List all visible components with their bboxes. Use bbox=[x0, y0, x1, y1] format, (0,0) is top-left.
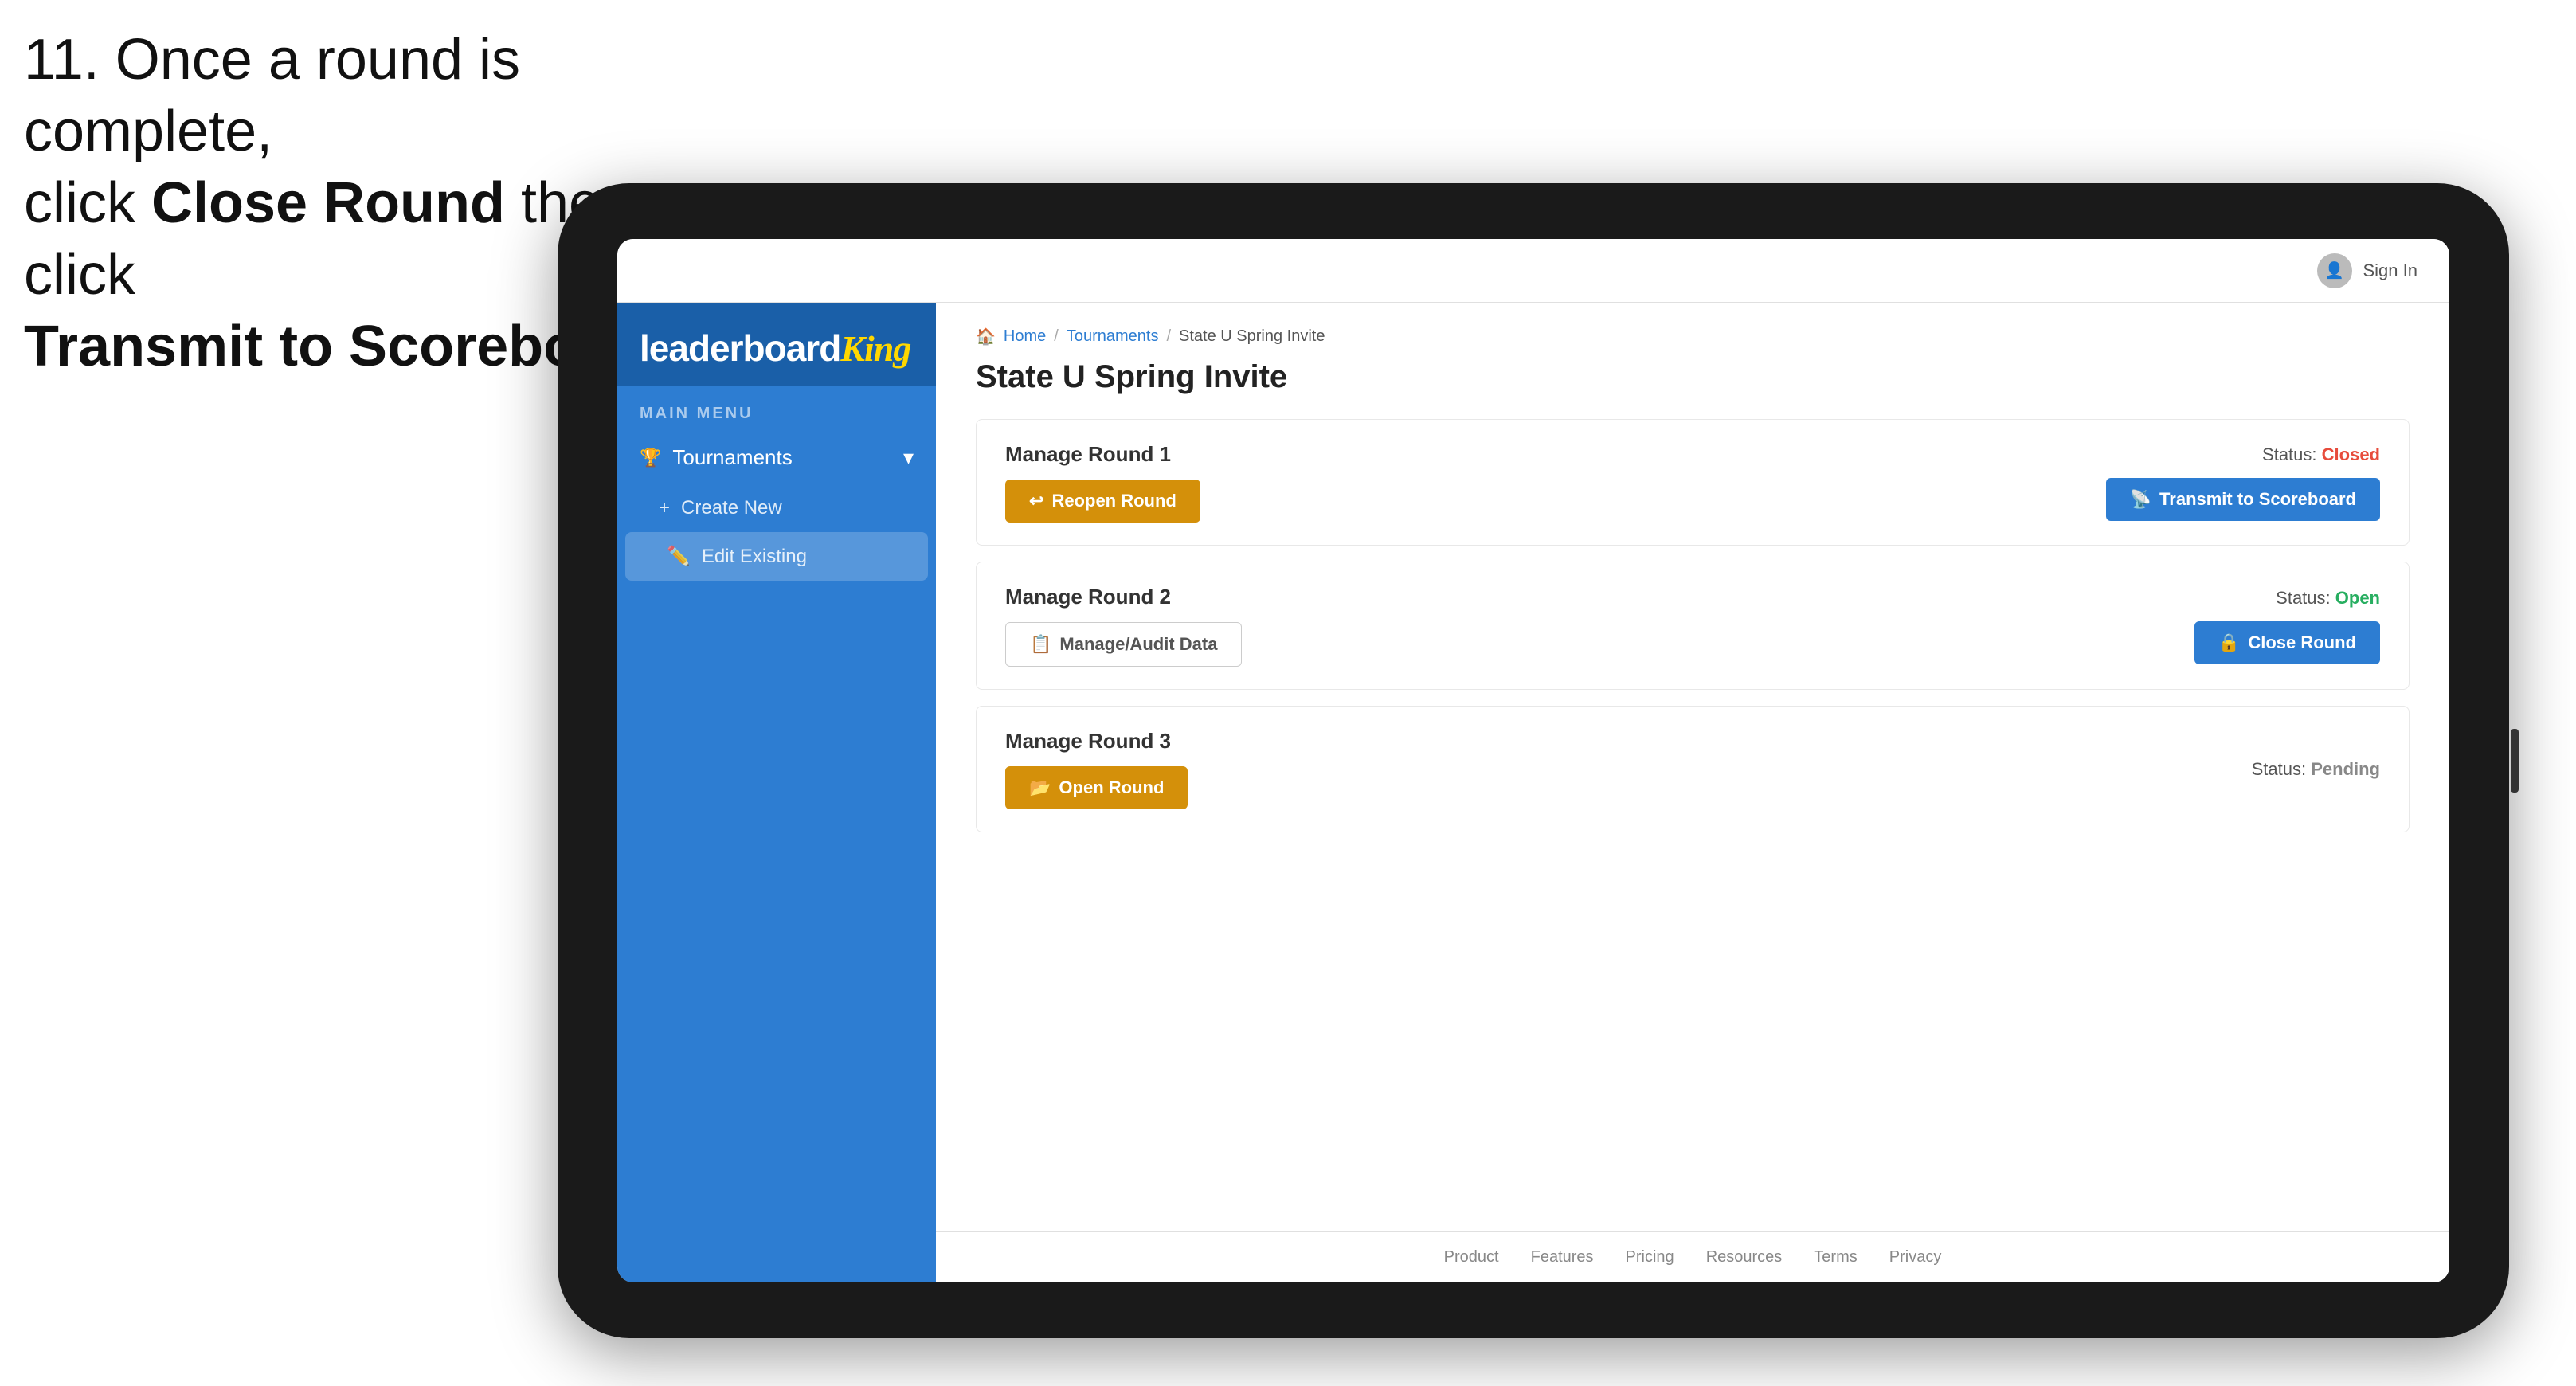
footer-terms[interactable]: Terms bbox=[1814, 1248, 1857, 1267]
reopen-round-button[interactable]: ↩ Reopen Round bbox=[1005, 480, 1200, 523]
instruction-bold1: Close Round bbox=[151, 171, 505, 235]
instruction-line2: click bbox=[24, 171, 151, 235]
breadcrumb-tournaments[interactable]: Tournaments bbox=[1067, 327, 1159, 346]
close-label: Close Round bbox=[2248, 632, 2356, 653]
open-icon: 📂 bbox=[1029, 777, 1051, 798]
open-round-button[interactable]: 📂 Open Round bbox=[1005, 766, 1188, 809]
round-1-section: Manage Round 1 ↩ Reopen Round Status: Cl… bbox=[976, 419, 2410, 546]
audit-label: Manage/Audit Data bbox=[1059, 634, 1217, 655]
round-1-right: Status: Closed 📡 Transmit to Scoreboard bbox=[2106, 444, 2380, 521]
breadcrumb-sep1: / bbox=[1054, 327, 1059, 346]
manage-audit-data-button[interactable]: 📋 Manage/Audit Data bbox=[1005, 622, 1242, 667]
page-title: State U Spring Invite bbox=[976, 359, 2410, 395]
tablet-side-button bbox=[2511, 729, 2519, 793]
round-3-status: Status: Pending bbox=[2252, 759, 2380, 780]
footer-product[interactable]: Product bbox=[1444, 1248, 1499, 1267]
close-round-button[interactable]: 🔒 Close Round bbox=[2194, 621, 2380, 664]
create-new-icon: + bbox=[659, 497, 670, 519]
transmit-label: Transmit to Scoreboard bbox=[2159, 489, 2356, 510]
round-2-left: Manage Round 2 📋 Manage/Audit Data bbox=[1005, 585, 1242, 667]
sidebar-menu-label: MAIN MENU bbox=[617, 386, 936, 431]
logo-leaderboard: leaderboard bbox=[640, 327, 840, 369]
footer-privacy[interactable]: Privacy bbox=[1889, 1248, 1942, 1267]
round-1-status: Status: Closed bbox=[2262, 444, 2380, 465]
tournaments-label: Tournaments bbox=[672, 445, 792, 470]
sidebar-sub-item-create-new[interactable]: + Create New bbox=[617, 484, 936, 532]
tournaments-icon: 🏆 bbox=[640, 448, 661, 468]
sign-in-label[interactable]: Sign In bbox=[2363, 260, 2418, 281]
round-1-left: Manage Round 1 ↩ Reopen Round bbox=[1005, 442, 1200, 523]
breadcrumb-home[interactable]: Home bbox=[1004, 327, 1046, 346]
round-2-status: Status: Open bbox=[2276, 588, 2380, 609]
transmit-icon: 📡 bbox=[2130, 489, 2151, 510]
round-3-left: Manage Round 3 📂 Open Round bbox=[1005, 729, 1188, 809]
close-icon: 🔒 bbox=[2218, 632, 2240, 653]
user-avatar: 👤 bbox=[2317, 253, 2352, 288]
app-container: leaderboardKing MAIN MENU 🏆 Tournaments … bbox=[617, 303, 2449, 1282]
round-2-status-value: Open bbox=[2335, 588, 2380, 608]
round-1-status-value: Closed bbox=[2322, 444, 2380, 464]
transmit-to-scoreboard-button[interactable]: 📡 Transmit to Scoreboard bbox=[2106, 478, 2380, 521]
tablet-screen: 👤 Sign In leaderboardKing MAIN MENU 🏆 bbox=[617, 239, 2449, 1282]
logo-king: King bbox=[840, 328, 910, 369]
chevron-icon: ▾ bbox=[903, 445, 914, 470]
round-2-title: Manage Round 2 bbox=[1005, 585, 1242, 609]
top-bar: 👤 Sign In bbox=[617, 239, 2449, 303]
audit-icon: 📋 bbox=[1030, 634, 1051, 655]
content-area: 🏠 Home / Tournaments / State U Spring In… bbox=[936, 303, 2449, 1231]
footer-features[interactable]: Features bbox=[1531, 1248, 1594, 1267]
reopen-icon: ↩ bbox=[1029, 491, 1043, 511]
main-content: 🏠 Home / Tournaments / State U Spring In… bbox=[936, 303, 2449, 1282]
breadcrumb-current: State U Spring Invite bbox=[1179, 327, 1325, 346]
instruction-line1: 11. Once a round is complete, bbox=[24, 28, 520, 163]
home-icon: 🏠 bbox=[976, 327, 996, 346]
round-3-right: Status: Pending bbox=[2252, 759, 2380, 780]
round-2-right: Status: Open 🔒 Close Round bbox=[2194, 588, 2380, 664]
sign-in-area[interactable]: 👤 Sign In bbox=[2317, 253, 2418, 288]
footer-resources[interactable]: Resources bbox=[1706, 1248, 1783, 1267]
sidebar-nav-item-tournaments[interactable]: 🏆 Tournaments ▾ bbox=[617, 431, 936, 484]
edit-existing-label: Edit Existing bbox=[702, 546, 807, 568]
breadcrumb: 🏠 Home / Tournaments / State U Spring In… bbox=[976, 327, 2410, 346]
round-2-section: Manage Round 2 📋 Manage/Audit Data Statu… bbox=[976, 562, 2410, 690]
edit-existing-icon: ✏️ bbox=[667, 545, 691, 568]
round-3-title: Manage Round 3 bbox=[1005, 729, 1188, 754]
logo-text: leaderboardKing bbox=[640, 327, 914, 370]
round-3-status-value: Pending bbox=[2311, 759, 2380, 779]
tablet-frame: 👤 Sign In leaderboardKing MAIN MENU 🏆 bbox=[558, 183, 2509, 1338]
nav-left: 🏆 Tournaments bbox=[640, 445, 793, 470]
footer: Product Features Pricing Resources Terms… bbox=[936, 1231, 2449, 1282]
sidebar-sub-item-edit-existing[interactable]: ✏️ Edit Existing bbox=[625, 532, 928, 581]
breadcrumb-sep2: / bbox=[1166, 327, 1171, 346]
sidebar-logo: leaderboardKing bbox=[617, 303, 936, 386]
sidebar: leaderboardKing MAIN MENU 🏆 Tournaments … bbox=[617, 303, 936, 1282]
reopen-label: Reopen Round bbox=[1051, 491, 1176, 511]
footer-pricing[interactable]: Pricing bbox=[1626, 1248, 1674, 1267]
round-1-title: Manage Round 1 bbox=[1005, 442, 1200, 467]
open-label: Open Round bbox=[1059, 777, 1164, 798]
round-3-section: Manage Round 3 📂 Open Round Status: Pend… bbox=[976, 706, 2410, 832]
create-new-label: Create New bbox=[681, 497, 782, 519]
